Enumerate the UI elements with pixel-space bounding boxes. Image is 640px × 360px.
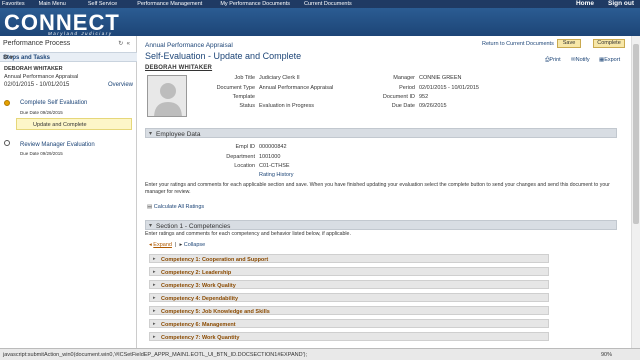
collapsed-triangle-icon: ▸ <box>153 308 156 314</box>
competency-5-header[interactable]: ▸ Competency 5: Job Knowledge and Skills <box>149 306 549 315</box>
document-type-value: Annual Performance Appraisal <box>259 85 334 91</box>
print-link[interactable]: ⎙Print <box>545 57 561 64</box>
competency-2-header[interactable]: ▸ Competency 2: Leadership <box>149 267 549 276</box>
nav-performance-management[interactable]: Performance Management <box>137 1 202 7</box>
document-type-label: Document Type <box>216 85 255 91</box>
collapsed-triangle-icon: ▸ <box>153 269 156 275</box>
employee-photo <box>147 75 187 117</box>
competency-1-header[interactable]: ▸ Competency 1: Cooperation and Support <box>149 254 549 263</box>
nav-current-documents[interactable]: Current Documents <box>304 1 352 7</box>
location-label: Location <box>234 163 255 169</box>
collapsed-triangle-icon: ▸ <box>153 256 156 262</box>
calculate-all-ratings-link[interactable]: ▤ Calculate All Ratings <box>147 204 204 210</box>
template-label: Template <box>232 94 255 100</box>
instructions-text: Enter your ratings and comments for each… <box>145 182 610 195</box>
collapsed-triangle-icon: ▸ <box>153 321 156 327</box>
nav-self-service[interactable]: Self Service <box>88 1 117 7</box>
left-panel: Performance Process ↻ « Steps and Tasks … <box>0 36 137 348</box>
job-title-value: Judiciary Clerk II <box>259 75 300 81</box>
overview-link[interactable]: Overview <box>108 82 133 88</box>
steps-header: Steps and Tasks ⚙ ▾ <box>0 52 137 62</box>
section1-title: Section 1 - Competencies <box>156 222 231 230</box>
rating-history-link[interactable]: Rating History <box>259 172 294 178</box>
person-silhouette-icon <box>148 76 186 116</box>
browser-status-bar: javascript:submitAction_win0(document.wi… <box>0 348 640 360</box>
top-navigation: Favorites Main Menu Self Service Perform… <box>0 0 640 8</box>
manager-label: Manager <box>393 75 415 81</box>
manager-value: CONNIE GREEN <box>419 75 462 81</box>
complete-button[interactable]: Complete <box>593 39 625 48</box>
empl-id-value: 000000842 <box>259 144 287 150</box>
employee-data-title: Employee Data <box>156 130 201 138</box>
return-to-documents-link[interactable]: Return to Current Documents <box>482 41 554 47</box>
period-label: Period <box>399 85 415 91</box>
department-value: 1001000 <box>259 154 281 160</box>
job-title-label: Job Title <box>234 75 255 81</box>
employee-name: DEBORAH WHITAKER <box>4 66 63 72</box>
employee-data-section-header[interactable]: ▾ Employee Data <box>145 128 617 138</box>
collapsed-triangle-icon: ▸ <box>153 282 156 288</box>
sign-out-link[interactable]: Sign out <box>608 0 634 8</box>
step-current-icon <box>4 100 10 106</box>
collapse-panel-icon[interactable]: « <box>127 41 130 47</box>
competency-4-header[interactable]: ▸ Competency 4: Dependability <box>149 293 549 302</box>
notify-link[interactable]: ✉Notify <box>571 57 590 63</box>
nav-my-performance-documents[interactable]: My Performance Documents <box>220 1 290 7</box>
export-link[interactable]: ▦Export <box>599 57 620 63</box>
competency-6-header[interactable]: ▸ Competency 6: Management <box>149 319 549 328</box>
collapse-all-icon: ▸ <box>179 242 183 248</box>
location-value: C01-CTHSE <box>259 163 290 169</box>
gear-icon[interactable]: ⚙ ▾ <box>3 54 127 61</box>
vertical-scrollbar[interactable] <box>631 36 640 348</box>
main-content: Annual Performance Appraisal Return to C… <box>141 36 631 348</box>
scrollbar-thumb[interactable] <box>633 44 639 224</box>
department-label: Department <box>226 154 255 160</box>
expand-triangle-icon: ▾ <box>149 223 153 229</box>
competency-3-header[interactable]: ▸ Competency 3: Work Quality <box>149 280 549 289</box>
zoom-level[interactable]: 90% <box>601 352 612 358</box>
nav-main-menu[interactable]: Main Menu <box>39 1 66 7</box>
expand-triangle-icon: ▾ <box>149 131 153 137</box>
page-title: Self-Evaluation - Update and Complete <box>145 51 302 61</box>
status-label: Status <box>239 103 255 109</box>
left-panel-title: Performance Process <box>3 40 71 47</box>
breadcrumb: Annual Performance Appraisal <box>145 42 233 49</box>
home-link[interactable]: Home <box>576 0 594 8</box>
calculator-icon: ▤ <box>147 204 153 210</box>
section1-competencies-header[interactable]: ▾ Section 1 - Competencies <box>145 220 617 230</box>
document-id-label: Document ID <box>382 94 415 100</box>
step-review-manager-evaluation[interactable]: Review Manager Evaluation <box>20 142 95 148</box>
status-url: javascript:submitAction_win0(document.wi… <box>3 352 307 358</box>
period-value: 02/01/2015 - 10/01/2015 <box>419 85 479 91</box>
step-pending-icon <box>4 140 10 146</box>
expand-collapse-controls: ◂ Expand | ▸ Collapse <box>149 242 206 248</box>
step-complete-self-evaluation[interactable]: Complete Self Evaluation <box>20 100 87 106</box>
collapsed-triangle-icon: ▸ <box>153 334 156 340</box>
document-id-value: 952 <box>419 94 429 100</box>
left-panel-controls: ↻ « <box>118 40 130 47</box>
step1-due-date: Due Date 09/26/2015 <box>20 110 63 115</box>
appraisal-type: Annual Performance Appraisal <box>4 74 79 80</box>
refresh-icon[interactable]: ↻ <box>118 41 123 47</box>
step2-due-date: Due Date 09/29/2015 <box>20 151 63 156</box>
save-button[interactable]: Save <box>557 39 581 48</box>
section1-instructions: Enter ratings and comments for each comp… <box>145 231 351 237</box>
banner: CONNECT Maryland Judiciary <box>0 8 640 36</box>
collapsed-triangle-icon: ▸ <box>153 295 156 301</box>
due-date-value: 09/26/2015 <box>419 103 447 109</box>
expand-link[interactable]: Expand <box>153 242 172 248</box>
task-label: Update and Complete <box>33 122 87 128</box>
status-value: Evaluation in Progress <box>259 103 315 109</box>
document-employee-name: DEBORAH WHITAKER <box>145 65 213 71</box>
empl-id-label: Empl ID <box>235 144 255 150</box>
due-date-label: Due Date <box>391 103 415 109</box>
collapse-link[interactable]: Collapse <box>184 242 205 248</box>
expand-all-icon: ◂ <box>149 242 152 248</box>
appraisal-period: 02/01/2015 - 10/01/2015 <box>4 82 70 88</box>
nav-favorites[interactable]: Favorites <box>2 1 25 7</box>
task-update-and-complete[interactable]: Update and Complete <box>16 118 132 130</box>
competency-7-header[interactable]: ▸ Competency 7: Work Quantity <box>149 332 549 341</box>
